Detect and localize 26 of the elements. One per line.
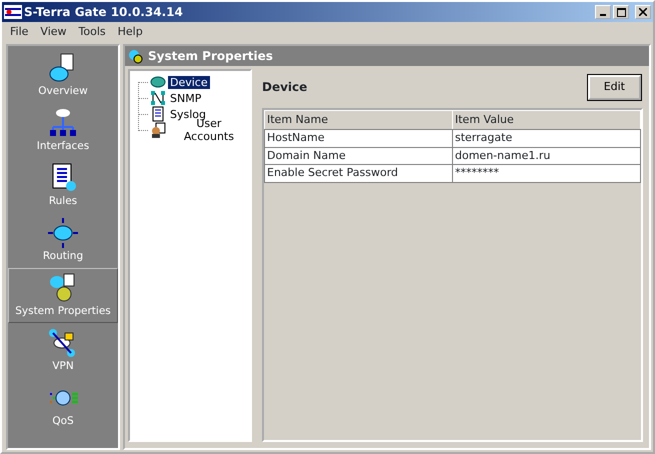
- table-cell: sterragate: [452, 130, 640, 147]
- sidebar-item[interactable]: System Properties: [8, 268, 118, 323]
- column-header[interactable]: Item Value: [452, 110, 640, 130]
- table-cell: Enable Secret Password: [264, 164, 452, 182]
- menu-item[interactable]: File: [4, 24, 34, 40]
- sidebar-item[interactable]: Routing: [8, 213, 118, 268]
- table-cell: HostName: [264, 130, 452, 147]
- column-header[interactable]: Item Name: [264, 110, 452, 130]
- table-cell: domen-name1.ru: [452, 147, 640, 164]
- sidebar-item[interactable]: Overview: [8, 48, 118, 103]
- window-title: S-Terra Gate 10.0.34.14: [24, 4, 184, 21]
- sidebar-item[interactable]: VPN: [8, 323, 118, 378]
- sidebar-item[interactable]: Interfaces: [8, 103, 118, 158]
- menu-item[interactable]: Tools: [72, 24, 112, 40]
- panel-title: System Properties: [148, 48, 273, 65]
- tree-item[interactable]: Syslog: [168, 108, 208, 120]
- table-cell: ********: [452, 164, 640, 182]
- menu-item[interactable]: View: [34, 24, 73, 40]
- edit-button[interactable]: Edit: [588, 75, 641, 100]
- tree-item[interactable]: Device: [168, 76, 210, 88]
- section-title: Device: [262, 79, 308, 96]
- table-cell: Domain Name: [264, 147, 452, 164]
- sidebar-item[interactable]: Rules: [8, 158, 118, 213]
- tree-item[interactable]: SNMP: [168, 92, 204, 104]
- sidebar-item[interactable]: QoS: [8, 378, 118, 433]
- menu-item[interactable]: Help: [112, 24, 149, 40]
